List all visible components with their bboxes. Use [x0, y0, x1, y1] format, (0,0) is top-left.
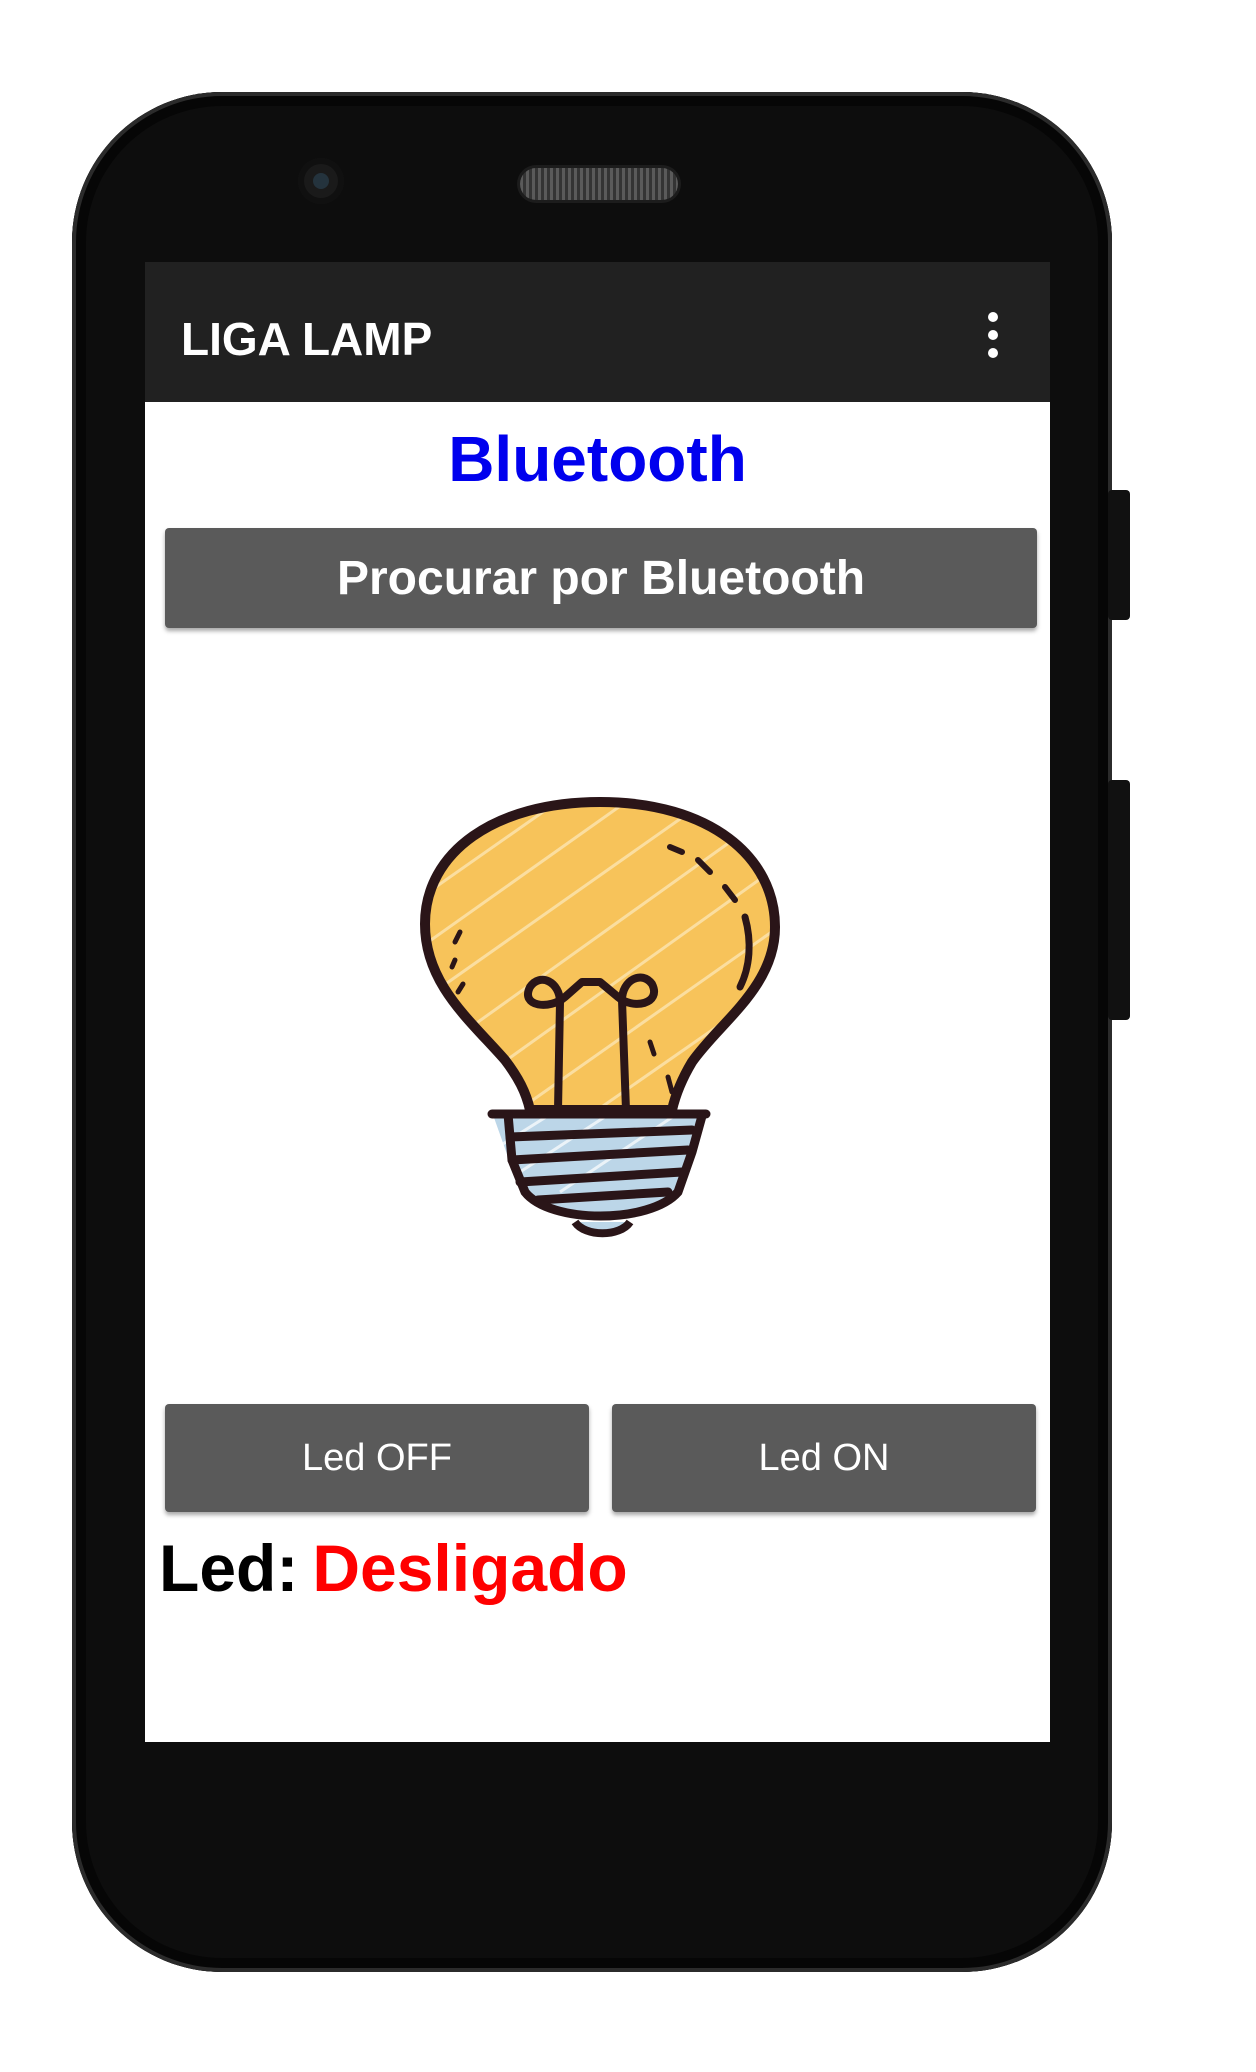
- app-screen: LIGA LAMP Bluetooth Procurar por Bluetoo…: [145, 262, 1050, 1742]
- app-title: LIGA LAMP: [181, 313, 433, 365]
- led-off-button[interactable]: Led OFF: [165, 1404, 589, 1512]
- bluetooth-heading: Bluetooth: [448, 423, 747, 495]
- led-status-value: Desligado: [312, 1531, 628, 1605]
- earpiece-speaker: [520, 168, 678, 200]
- led-on-button[interactable]: Led ON: [612, 1404, 1036, 1512]
- lightbulb-icon: [420, 797, 780, 1238]
- volume-button: [1108, 490, 1130, 620]
- search-bluetooth-button[interactable]: Procurar por Bluetooth: [165, 528, 1037, 628]
- led-status: Led: Desligado: [159, 1530, 628, 1606]
- led-status-label: Led:: [159, 1531, 299, 1605]
- power-button: [1108, 780, 1130, 1020]
- app-bar: LIGA LAMP: [145, 262, 1050, 402]
- front-camera: [298, 158, 344, 204]
- more-vert-icon[interactable]: [981, 312, 1005, 358]
